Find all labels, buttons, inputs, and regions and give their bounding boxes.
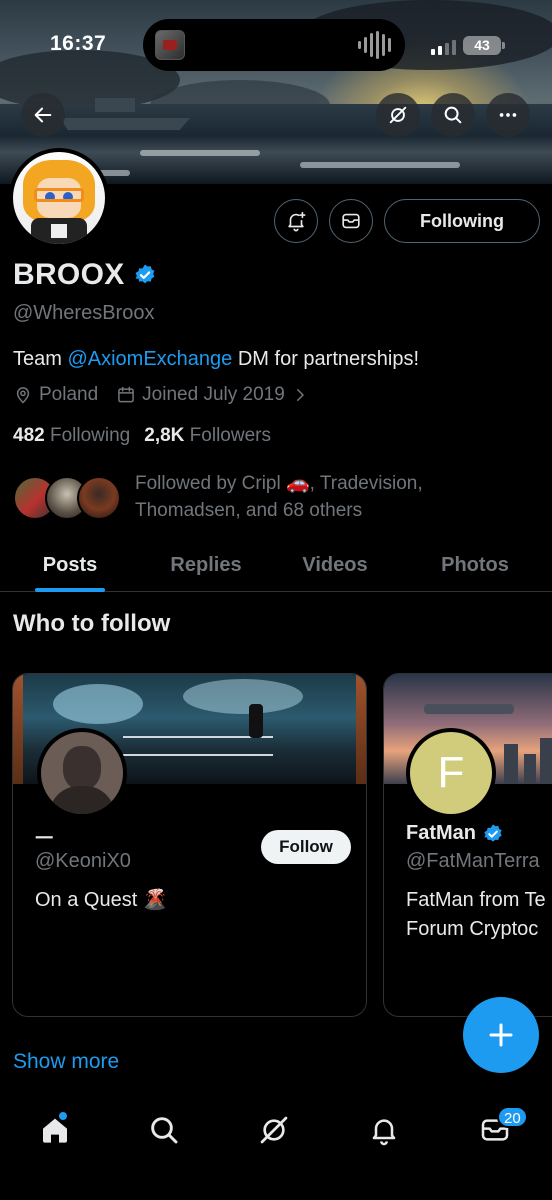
arrow-left-icon (34, 107, 52, 123)
bio-text: Team (13, 348, 68, 370)
compose-button[interactable] (463, 997, 539, 1073)
grok-button[interactable] (376, 93, 420, 137)
plus-icon (489, 1023, 513, 1047)
notifications-toggle-button[interactable] (274, 199, 318, 243)
grok-icon (260, 1116, 288, 1144)
envelope-icon (342, 213, 360, 229)
more-icon (499, 113, 517, 117)
back-button[interactable] (21, 93, 65, 137)
tab-replies[interactable]: Replies (140, 538, 272, 592)
profile-handle: @WheresBroox (13, 302, 155, 324)
search-icon (151, 1117, 178, 1144)
nav-messages[interactable]: 20 (465, 1102, 528, 1158)
profile-name-row: BROOX (13, 258, 157, 292)
tab-videos[interactable]: Videos (272, 538, 398, 592)
profile-avatar[interactable] (9, 148, 109, 248)
following-count-link[interactable]: 482 Following (13, 425, 130, 447)
followers-count-link[interactable]: 2,8K Followers (144, 425, 271, 447)
bio-text-suffix: DM for partnerships! (232, 348, 420, 370)
suggestion-card[interactable]: ㅡ @KeoniX0 On a Quest 🌋 Follow (12, 673, 367, 1017)
status-time: 16:37 (50, 32, 107, 55)
bio-mention-link[interactable]: @AxiomExchange (67, 348, 232, 370)
suggestion-name-row: FatMan (406, 822, 504, 845)
battery-icon: 43 (463, 36, 505, 55)
grok-icon (389, 106, 407, 124)
followed-by-avatars (13, 474, 121, 520)
suggestion-name: FatMan (406, 822, 476, 844)
profile-location: Poland (39, 384, 99, 405)
suggestion-bio: On a Quest 🌋 (35, 889, 168, 911)
nav-grok[interactable] (244, 1102, 304, 1158)
follow-button[interactable]: Follow (261, 830, 351, 864)
avatar (77, 476, 121, 520)
follow-stats: 482 Following 2,8K Followers (13, 425, 271, 447)
search-button[interactable] (431, 93, 475, 137)
audio-waveform-icon (358, 30, 391, 60)
joined-date-link[interactable]: Joined July 2019 (116, 384, 309, 406)
more-button[interactable] (486, 93, 530, 137)
verified-badge-icon[interactable] (133, 263, 157, 287)
profile-tabs: Posts Replies Videos Photos (0, 538, 552, 592)
nav-search[interactable] (134, 1102, 194, 1158)
calendar-icon (118, 386, 135, 403)
profile-meta: Poland Joined July 2019 (13, 384, 309, 406)
chevron-right-icon (296, 389, 304, 401)
message-button[interactable] (329, 199, 373, 243)
profile-joined: Joined July 2019 (142, 384, 285, 405)
avatar[interactable] (37, 728, 127, 818)
tab-photos[interactable]: Photos (398, 538, 552, 592)
suggestion-name: ㅡ (35, 828, 54, 850)
now-playing-thumbnail (155, 30, 185, 60)
show-more-link[interactable]: Show more (13, 1050, 119, 1074)
following-button[interactable]: Following (384, 199, 540, 243)
suggestion-bio: FatMan from Te Forum Cryptoc (406, 889, 546, 940)
signal-icon (431, 40, 456, 55)
map-pin-icon (16, 387, 30, 404)
bell-icon (372, 1119, 396, 1146)
avatar[interactable]: F (406, 728, 496, 818)
verified-badge-icon (482, 823, 504, 845)
tab-posts[interactable]: Posts (0, 538, 140, 592)
suggestion-handle: @KeoniX0 (35, 850, 131, 872)
search-icon (444, 106, 462, 124)
suggestion-card[interactable]: F FatMan @FatManTerra FatMan from Te For… (383, 673, 552, 1017)
messages-badge: 20 (497, 1106, 528, 1128)
followed-by-row[interactable]: Followed by Cripl 🚗, Tradevision, Thomad… (13, 470, 455, 524)
nav-home[interactable] (25, 1102, 85, 1158)
dynamic-island[interactable] (143, 19, 405, 71)
profile-bio: Team @AxiomExchange DM for partnerships! (13, 348, 419, 371)
suggestion-handle: @FatManTerra (406, 850, 540, 872)
home-icon (43, 1118, 67, 1143)
home-unread-dot (59, 1112, 67, 1120)
followed-by-text: Followed by Cripl 🚗, Tradevision, Thomad… (135, 473, 423, 521)
who-to-follow-title: Who to follow (13, 610, 171, 637)
profile-name: BROOX (13, 258, 125, 291)
bell-plus-icon (288, 211, 306, 232)
bottom-nav: 20 (0, 1090, 552, 1200)
nav-notifications[interactable] (354, 1102, 414, 1158)
